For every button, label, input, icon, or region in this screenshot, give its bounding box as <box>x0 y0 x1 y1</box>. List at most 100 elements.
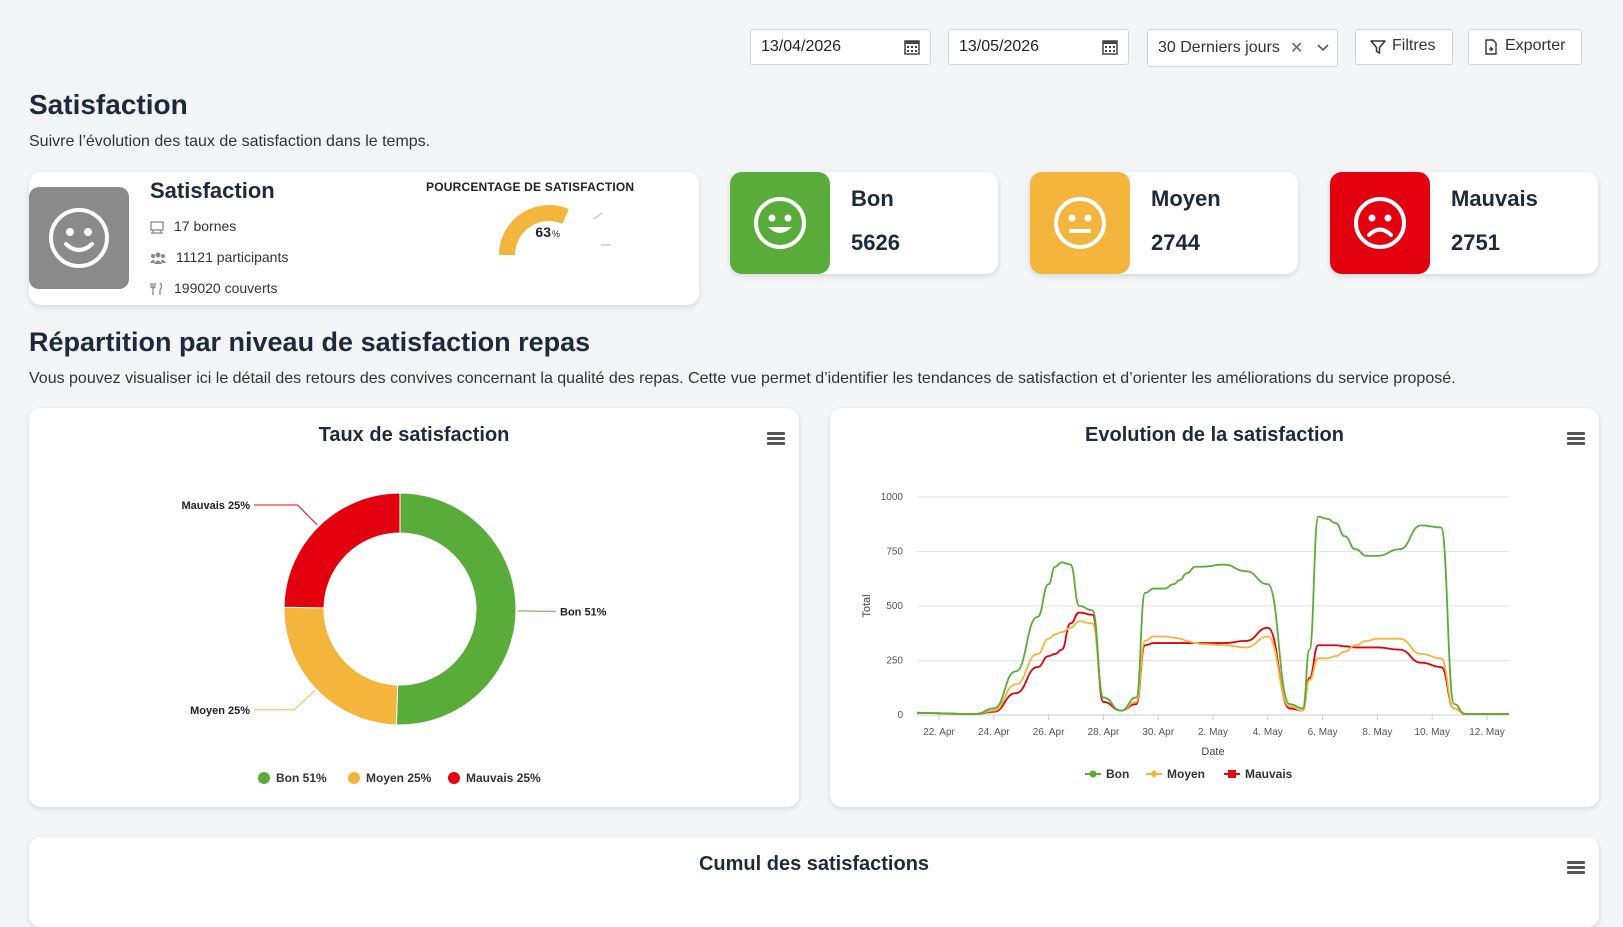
gauge-unit: % <box>552 229 560 239</box>
end-date-value: 13/05/2026 <box>959 38 1039 55</box>
kpi-card-mauvais: Mauvais 2751 <box>1330 172 1598 274</box>
x-tick-label: 4. May <box>1253 727 1283 738</box>
legend-marker[interactable] <box>1150 770 1158 778</box>
chart-menu-icon[interactable] <box>1567 861 1585 875</box>
legend-item[interactable]: Moyen 25% <box>366 771 432 785</box>
satisfaction-gauge: 63 % <box>479 197 629 267</box>
period-select[interactable]: 30 Derniers jours ✕ <box>1147 29 1338 67</box>
kpi-card-moyen: Moyen 2744 <box>1030 172 1298 274</box>
satisfaction-avatar <box>29 187 129 289</box>
kpi-value: 2751 <box>1451 230 1500 256</box>
donut-slice-bon[interactable] <box>396 493 516 725</box>
section-title: Répartition par niveau de satisfaction r… <box>29 327 590 358</box>
start-date-input[interactable]: 13/04/2026 <box>750 29 931 65</box>
x-tick-label: 12. May <box>1469 727 1505 738</box>
filters-label: Filtres <box>1392 37 1436 54</box>
donut-slice-mauvais[interactable] <box>284 493 400 608</box>
filter-bar: 13/04/2026 13/05/2026 30 Derniers jours … <box>0 29 1623 67</box>
percentage-label: POURCENTAGE DE SATISFACTION <box>426 180 634 194</box>
line-chart-card: Evolution de la satisfaction 02505007501… <box>830 408 1599 807</box>
export-file-icon <box>1483 39 1499 55</box>
series-line-mauvais[interactable] <box>917 613 1509 714</box>
legend-marker[interactable] <box>1090 771 1097 778</box>
series-line-bon[interactable] <box>917 517 1509 714</box>
legend-item[interactable]: Bon 51% <box>276 771 327 785</box>
legend-item[interactable]: Mauvais <box>1245 767 1293 781</box>
participants-count: 11121 participants <box>176 249 288 265</box>
satisfaction-summary-card: Satisfaction 17 bornes 11121 participant… <box>29 172 699 305</box>
kpi-icon-box <box>1330 172 1430 274</box>
sad-face-icon <box>1352 195 1408 251</box>
couverts-count: 199020 couverts <box>174 280 278 296</box>
kpi-value: 5626 <box>851 230 900 256</box>
x-tick-label: 24. Apr <box>978 727 1010 738</box>
y-tick-label: 1000 <box>881 492 904 503</box>
y-tick-label: 250 <box>886 656 903 667</box>
kpi-icon-box <box>730 172 830 274</box>
x-tick-label: 8. May <box>1362 727 1392 738</box>
gauge-tick <box>594 213 602 219</box>
legend-item[interactable]: Bon <box>1106 767 1129 781</box>
couverts-line: 199020 couverts <box>150 280 278 296</box>
kpi-icon-box <box>1030 172 1130 274</box>
chart-title: Cumul des satisfactions <box>29 853 1599 876</box>
donut-data-label: Bon 51% <box>560 606 607 618</box>
x-tick-label: 22. Apr <box>923 727 955 738</box>
section-description: Vous pouvez visualiser ici le détail des… <box>29 370 1456 388</box>
page-title: Satisfaction <box>29 89 188 121</box>
kpi-label: Moyen <box>1151 186 1221 212</box>
donut-connector <box>254 505 317 525</box>
donut-chart: Bon 51%Moyen 25%Mauvais 25%Bon 51%Moyen … <box>29 408 799 807</box>
export-label: Exporter <box>1505 37 1565 54</box>
page-subtitle: Suivre l’évolution des taux de satisfact… <box>29 133 430 151</box>
chevron-down-icon[interactable] <box>1315 39 1331 55</box>
export-button[interactable]: Exporter <box>1468 29 1582 65</box>
kiosk-icon <box>150 220 164 234</box>
x-axis-label: Date <box>1201 746 1224 758</box>
kpi-card-bon: Bon 5626 <box>730 172 998 274</box>
neutral-face-icon <box>1052 195 1108 251</box>
y-tick-label: 500 <box>886 601 903 612</box>
line-chart: 0250500750100022. Apr24. Apr26. Apr28. A… <box>830 408 1599 807</box>
y-axis-label: Total <box>861 594 873 617</box>
period-value: 30 Derniers jours <box>1158 39 1280 56</box>
chart-title: Taux de satisfaction <box>29 424 799 447</box>
chart-menu-icon[interactable] <box>767 432 785 446</box>
bornes-count: 17 bornes <box>174 218 236 234</box>
kpi-value: 2744 <box>1151 230 1200 256</box>
x-tick-label: 28. Apr <box>1088 727 1120 738</box>
legend-marker[interactable] <box>1228 770 1236 778</box>
kpi-label: Bon <box>851 186 894 212</box>
donut-connector <box>254 690 315 709</box>
calendar-icon[interactable] <box>904 39 920 55</box>
donut-slice-moyen[interactable] <box>284 607 398 725</box>
chart-legend: Bon 51% Moyen 25% Mauvais 25% <box>258 771 541 785</box>
legend-marker[interactable] <box>448 772 460 784</box>
x-tick-label: 30. Apr <box>1142 727 1174 738</box>
cutlery-icon <box>150 282 164 296</box>
calendar-icon[interactable] <box>1102 39 1118 55</box>
legend-marker[interactable] <box>258 772 270 784</box>
chart-title: Evolution de la satisfaction <box>830 424 1599 447</box>
end-date-input[interactable]: 13/05/2026 <box>948 29 1129 65</box>
happy-face-icon <box>752 195 808 251</box>
gauge-value: 63 <box>535 224 551 240</box>
users-icon <box>150 251 166 265</box>
clear-icon[interactable]: ✕ <box>1290 38 1303 58</box>
pie-chart-card: Taux de satisfaction Bon 51% Moyen 25% Mau… <box>29 408 799 807</box>
kpi-label: Mauvais <box>1451 186 1538 212</box>
cumul-chart-card: Cumul des satisfactions <box>29 837 1599 927</box>
filters-button[interactable]: Filtres <box>1355 29 1453 65</box>
y-tick-label: 0 <box>897 710 903 721</box>
chart-menu-icon[interactable] <box>1567 432 1585 446</box>
start-date-value: 13/04/2026 <box>761 38 841 55</box>
donut-data-label: Mauvais 25% <box>182 500 251 512</box>
summary-title: Satisfaction <box>150 178 275 204</box>
y-tick-label: 750 <box>886 547 903 558</box>
chart-legend: Bon Moyen Mauvais <box>1085 767 1293 781</box>
smiley-icon <box>47 206 111 270</box>
legend-item[interactable]: Moyen <box>1167 767 1205 781</box>
legend-marker[interactable] <box>348 772 360 784</box>
participants-line: 11121 participants <box>150 249 288 265</box>
legend-item[interactable]: Mauvais 25% <box>466 771 541 785</box>
